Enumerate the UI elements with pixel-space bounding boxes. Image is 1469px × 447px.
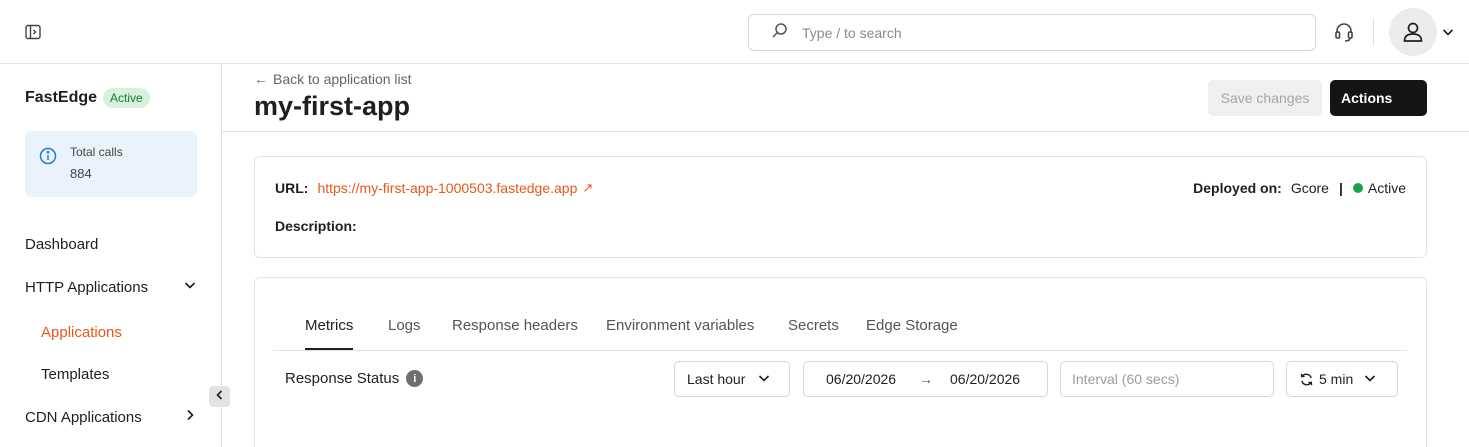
total-calls-card: Total calls 884 (25, 131, 197, 197)
tab-logs[interactable]: Logs (388, 317, 421, 348)
sidebar: FastEdge Active Total calls 884 Dashboar… (0, 64, 222, 447)
description-row: Description: (275, 218, 357, 234)
refresh-interval-value: 5 min (1319, 371, 1354, 387)
sidebar-item-templates[interactable]: Templates (41, 366, 109, 383)
chevron-down-icon (1363, 371, 1377, 388)
sidebar-item-applications[interactable]: Applications (41, 324, 122, 341)
status-dot-icon (1352, 183, 1363, 193)
sidebar-toggle-icon[interactable] (22, 21, 44, 43)
external-link-icon[interactable]: ↗ (582, 180, 593, 196)
time-range-select[interactable]: Last hour (674, 361, 790, 397)
tab-environment-variables[interactable]: Environment variables (606, 317, 754, 348)
chevron-down-icon[interactable] (183, 278, 197, 296)
description-label: Description: (275, 218, 357, 234)
header-divider (222, 131, 1469, 132)
chevron-down-icon[interactable] (1441, 25, 1455, 39)
support-headset-icon[interactable] (1333, 21, 1355, 43)
deployed-on-label: Deployed on: (1193, 180, 1282, 196)
date-range-picker[interactable]: 06/20/2026 → 06/20/2026 (803, 361, 1048, 397)
response-status-label: Response Status (285, 370, 400, 387)
back-link-label: Back to application list (273, 71, 412, 87)
status-badge: Active (103, 88, 150, 108)
response-status-heading: Response Status i (285, 370, 424, 387)
url-label: URL: (275, 180, 309, 196)
separator: | (1338, 180, 1343, 196)
actions-button[interactable]: Actions (1330, 80, 1427, 116)
arrow-left-icon: ← (254, 71, 268, 87)
deployed-on-value: Gcore (1290, 180, 1329, 196)
tab-response-headers[interactable]: Response headers (452, 317, 578, 348)
topbar-divider (1373, 18, 1374, 46)
page-title: my-first-app (254, 91, 411, 121)
collapse-sidebar-button[interactable] (209, 386, 230, 407)
search-icon (771, 22, 788, 44)
brand-name: FastEdge (25, 89, 98, 106)
tab-bar: Metrics Logs Response headers Environmen… (273, 305, 1407, 351)
date-from[interactable]: 06/20/2026 (826, 371, 896, 387)
url-row: URL: https://my-first-app-1000503.fasted… (275, 180, 593, 196)
refresh-icon (1299, 372, 1314, 387)
chevron-right-icon[interactable] (183, 408, 197, 426)
back-to-application-list-link[interactable]: ← Back to application list (254, 71, 412, 87)
chevron-down-icon (757, 371, 771, 388)
sidebar-item-label: CDN Applications (25, 408, 142, 426)
app-info-card: URL: https://my-first-app-1000503.fasted… (254, 156, 1427, 258)
metrics-filter-row: Response Status i Last hour 06/20/2026 →… (285, 361, 1399, 397)
date-to[interactable]: 06/20/2026 (950, 371, 1020, 387)
interval-input[interactable] (1060, 361, 1274, 397)
refresh-interval-select[interactable]: 5 min (1286, 361, 1398, 397)
sidebar-item-label: HTTP Applications (25, 278, 149, 296)
total-calls-value: 884 (70, 166, 92, 181)
info-icon (39, 147, 57, 170)
top-bar (0, 0, 1469, 64)
arrow-right-icon: → (919, 371, 933, 387)
chevron-left-icon (214, 388, 226, 406)
user-menu[interactable] (1389, 8, 1459, 56)
search-input[interactable] (802, 24, 1315, 41)
app-url-link[interactable]: https://my-first-app-1000503.fastedge.ap… (317, 180, 577, 196)
sidebar-item-dashboard[interactable]: Dashboard (25, 236, 98, 253)
tab-metrics[interactable]: Metrics (305, 317, 354, 350)
save-changes-button[interactable]: Save changes (1208, 80, 1322, 116)
sidebar-item-cdn-applications[interactable]: CDN Applications (25, 408, 197, 426)
metrics-card: Metrics Logs Response headers Environmen… (254, 277, 1427, 447)
search-box[interactable] (748, 14, 1316, 51)
avatar[interactable] (1389, 8, 1437, 56)
deployment-info: Deployed on: Gcore | Active (1193, 180, 1406, 196)
time-range-value: Last hour (687, 371, 746, 387)
brand: FastEdge Active (25, 88, 150, 108)
info-icon[interactable]: i (406, 370, 424, 387)
tab-edge-storage[interactable]: Edge Storage (866, 317, 958, 348)
total-calls-label: Total calls (70, 145, 123, 159)
tab-secrets[interactable]: Secrets (788, 317, 839, 348)
sidebar-item-http-applications[interactable]: HTTP Applications (25, 278, 197, 296)
app-status: Active (1367, 180, 1406, 196)
